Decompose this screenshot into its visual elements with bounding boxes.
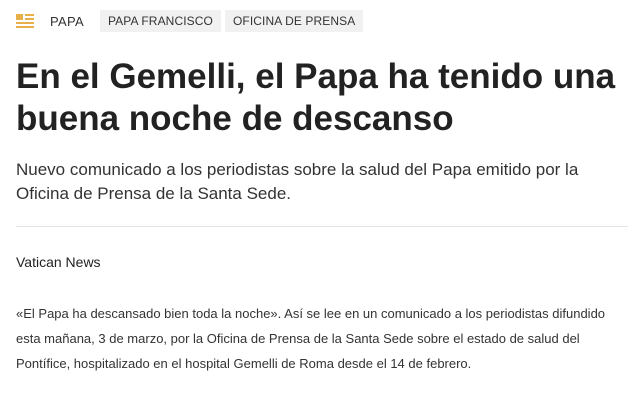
article-subtitle: Nuevo comunicado a los periodistas sobre… [16,160,579,203]
breadcrumb: PAPA PAPA FRANCISCO OFICINA DE PRENSA [16,10,367,32]
section-link-papa[interactable]: PAPA [50,14,84,29]
news-icon[interactable] [16,14,34,28]
article-body: «El Papa ha descansado bien toda la noch… [16,306,606,371]
tag-oficina-de-prensa[interactable]: OFICINA DE PRENSA [224,10,364,32]
tag-papa-francisco[interactable]: PAPA FRANCISCO [99,10,221,32]
page-title: En el Gemelli, el Papa ha tenido una bue… [16,57,616,138]
divider [16,226,628,227]
author-byline: Vatican News [16,254,101,270]
